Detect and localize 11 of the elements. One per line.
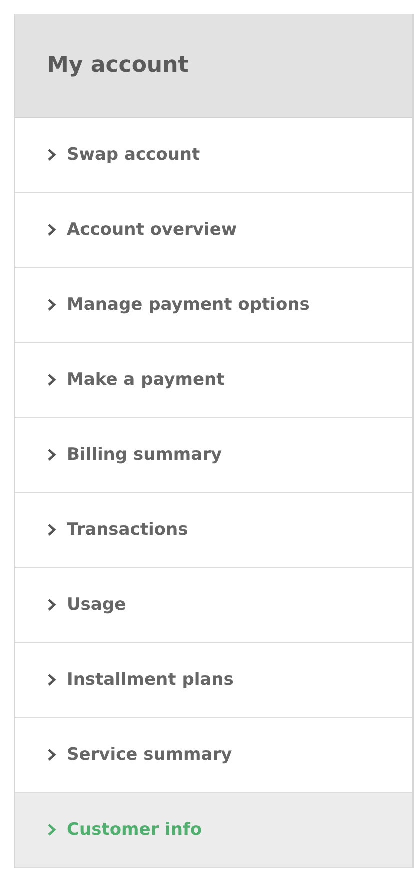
chevron-right-icon [47, 373, 57, 387]
sidebar-title: My account [47, 53, 189, 78]
chevron-right-icon [47, 823, 57, 837]
chevron-right-icon [47, 448, 57, 462]
chevron-right-icon [47, 673, 57, 687]
chevron-right-icon [47, 523, 57, 537]
chevron-right-icon [47, 148, 57, 162]
chevron-right-icon [47, 298, 57, 312]
chevron-right-icon [47, 223, 57, 237]
chevron-right-icon [47, 748, 57, 762]
chevron-right-icon [47, 598, 57, 612]
